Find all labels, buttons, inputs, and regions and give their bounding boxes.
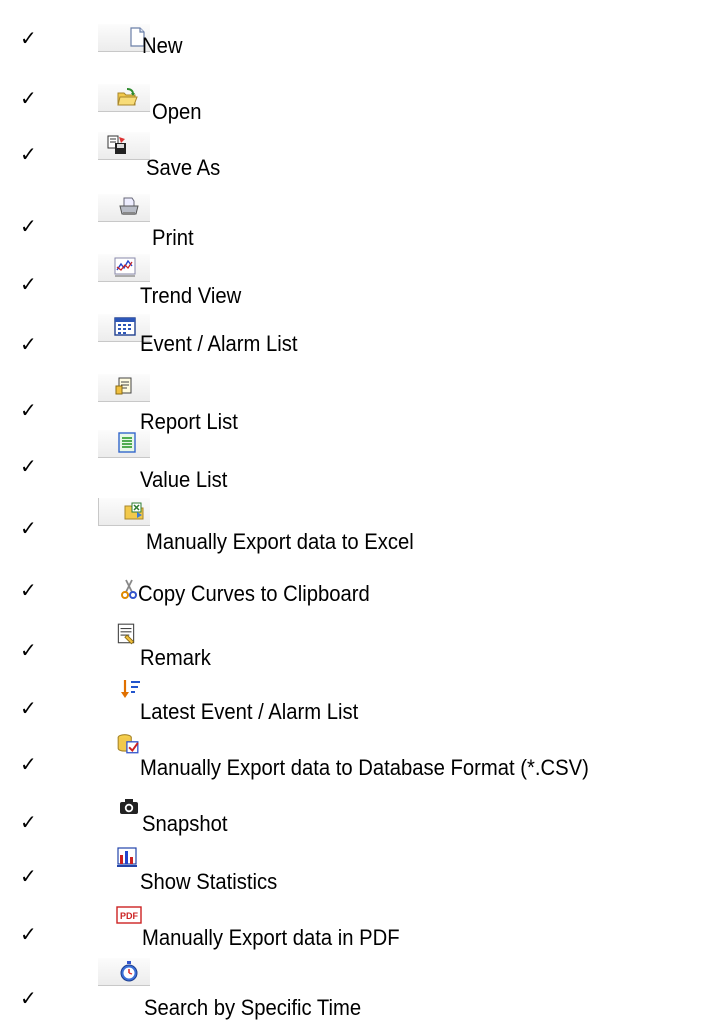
list-item: ✓ Latest Event / Alarm List [0,680,723,750]
list-item-label: Manually Export data to Database Format … [140,755,589,780]
open-folder-icon [98,84,150,112]
list-item-label: Copy Curves to Clipboard [138,581,370,606]
list-item: ✓ Open [0,80,723,140]
list-item: ✓ Show Statistics [0,847,723,914]
scissors-icon [118,578,140,600]
database-export-icon [116,732,142,758]
checkmark-icon: ✓ [20,332,37,356]
list-item: ✓ Save As [0,132,723,192]
list-item: ✓ Manually Export data to Database Forma… [0,734,723,804]
list-item-label: Print [152,225,194,250]
stopwatch-icon [98,958,150,986]
list-item-label: Manually Export data in PDF [142,925,400,950]
save-as-icon [98,132,150,160]
checkmark-icon: ✓ [20,810,37,834]
checkmark-icon: ✓ [20,398,37,422]
list-item: ✓ Report List [0,368,723,434]
export-excel-icon [98,498,150,526]
checkmark-icon: ✓ [20,142,37,166]
list-item: ✓ Trend View [0,250,723,310]
checkmark-icon: ✓ [20,638,37,662]
remark-icon [114,622,140,648]
checkmark-icon: ✓ [20,454,37,478]
checkmark-icon: ✓ [20,26,37,50]
list-item-label: Trend View [140,283,242,308]
checkmark-icon: ✓ [20,272,37,296]
checkmark-icon: ✓ [20,864,37,888]
list-item: ✓ Print [0,188,723,250]
value-list-icon [98,430,150,458]
printer-icon [98,194,150,222]
list-item: ✓ Search by Specific Time [0,958,723,1020]
checkmark-icon: ✓ [20,696,37,720]
trend-chart-icon [98,254,150,282]
list-item: ✓ Event / Alarm List [0,312,723,372]
list-item-label: Snapshot [142,811,228,836]
list-item: ✓ New [0,20,723,80]
checkmark-icon: ✓ [20,214,37,238]
report-list-icon [98,374,150,402]
checkmark-icon: ✓ [20,752,37,776]
list-item-label: New [142,33,183,58]
list-item-label: Open [152,99,202,124]
list-item-label: Manually Export data to Excel [146,529,414,554]
list-item: ✓ Snapshot [0,799,723,860]
list-item-label: Remark [140,645,211,670]
list-item-label: Search by Specific Time [144,995,362,1020]
camera-icon [118,796,140,818]
list-item-label: Latest Event / Alarm List [140,699,359,724]
list-item-label: Save As [146,155,221,180]
checkmark-icon: ✓ [20,516,37,540]
checkmark-icon: ✓ [20,922,37,946]
pdf-icon: PDF [116,904,142,926]
statistics-icon [116,846,140,870]
list-item-label: Show Statistics [140,869,278,894]
list-item: ✓ Copy Curves to Clipboard [0,578,723,640]
checkmark-icon: ✓ [20,578,37,602]
checkmark-icon: ✓ [20,86,37,110]
list-item: ✓ Manually Export data to Excel [0,484,723,554]
list-item: ✓ Value List [0,424,723,492]
list-item: ✓ Remark [0,623,723,696]
svg-text:PDF: PDF [120,911,139,921]
list-item-label: Event / Alarm List [140,331,298,356]
checkmark-icon: ✓ [20,986,37,1010]
